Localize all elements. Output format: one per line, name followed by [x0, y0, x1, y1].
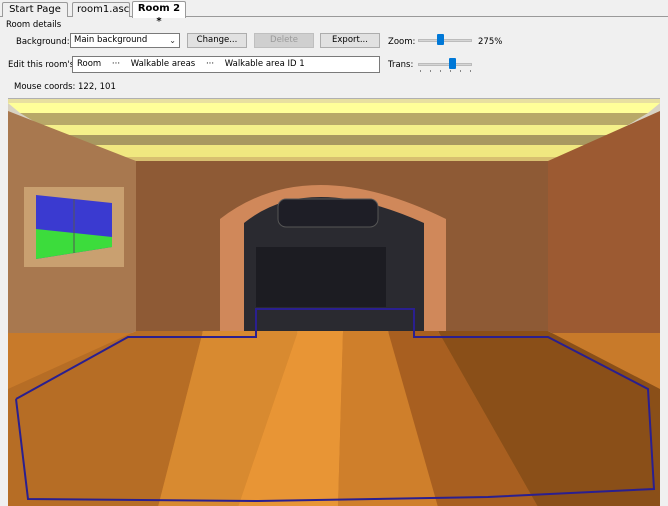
ceiling-beam-1: [8, 103, 660, 113]
change-background-button[interactable]: Change...: [187, 33, 247, 48]
delete-background-button[interactable]: Delete: [254, 33, 314, 48]
trans-label: Trans:: [388, 60, 414, 70]
tab-start-page[interactable]: Start Page: [2, 2, 68, 17]
path-item-walkable-areas[interactable]: Walkable areas: [131, 59, 196, 69]
document-tab-strip: Start Page room1.asc Room 2 *: [0, 0, 668, 27]
transparency-slider-thumb[interactable]: [449, 58, 456, 69]
canvas-scroll-gutter: [660, 98, 668, 506]
zoom-slider-thumb[interactable]: [437, 34, 444, 45]
background-label: Background:: [16, 37, 70, 47]
zoom-slider[interactable]: [418, 34, 472, 48]
room-details-title: Room details: [6, 20, 62, 30]
ceiling-beam-gap-1: [20, 113, 648, 125]
path-separator: ···: [205, 59, 215, 69]
ceiling-beam-gap-2: [60, 135, 608, 145]
edit-room-label: Edit this room's:: [8, 60, 77, 70]
chevron-down-icon: ⌄: [169, 36, 176, 45]
ceiling-beam-2: [40, 125, 628, 135]
tab-room1-script[interactable]: room1.asc: [72, 2, 130, 17]
path-item-room[interactable]: Room: [77, 59, 101, 69]
room-edit-path[interactable]: Room ··· Walkable areas ··· Walkable are…: [72, 56, 380, 73]
zoom-slider-track: [418, 39, 472, 42]
zoom-label: Zoom:: [388, 37, 416, 47]
transparency-slider-track: [418, 63, 472, 66]
export-background-button[interactable]: Export...: [320, 33, 380, 48]
room-background-image: [8, 99, 660, 506]
ceiling-edge: [8, 99, 660, 103]
transparency-slider[interactable]: [418, 58, 472, 72]
room-canvas[interactable]: [8, 98, 660, 506]
zoom-value: 275%: [478, 37, 503, 47]
background-select[interactable]: Main background ⌄: [70, 33, 180, 48]
ceiling-beam-3: [80, 145, 588, 157]
window: [24, 187, 124, 267]
path-item-walkable-area-id-1[interactable]: Walkable area ID 1: [225, 59, 305, 69]
transparency-slider-ticks: [418, 70, 472, 74]
mouse-coords-label: Mouse coords:: [14, 82, 76, 92]
background-select-value: Main background: [74, 35, 148, 45]
tab-room-2[interactable]: Room 2 *: [132, 1, 186, 27]
path-separator: ···: [111, 59, 121, 69]
mouse-coords-value: 122, 101: [78, 82, 116, 92]
